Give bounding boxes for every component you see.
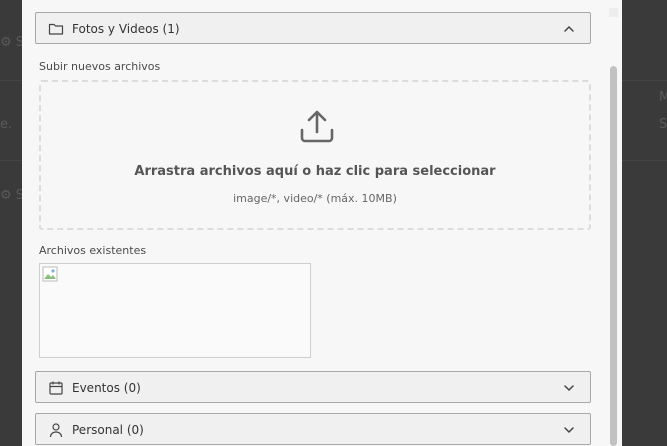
- section-label: Eventos (0): [72, 381, 141, 395]
- section-label: Fotos y Videos (1): [72, 22, 180, 36]
- background-text: M: [659, 90, 667, 105]
- upload-dropzone[interactable]: Arrastra archivos aquí o haz clic para s…: [39, 80, 591, 230]
- upload-icon: [300, 110, 334, 143]
- upload-heading: Subir nuevos archivos: [39, 60, 161, 73]
- existing-file-thumbnail[interactable]: [39, 263, 311, 358]
- background-text: e.: [0, 117, 13, 132]
- calendar-icon: [49, 381, 63, 395]
- background-text: ⚙ S: [0, 188, 25, 203]
- user-icon: [49, 423, 63, 438]
- section-header-photos[interactable]: Fotos y Videos (1): [35, 12, 591, 44]
- media-modal: Fotos y Videos (1) Subir nuevos archivos…: [22, 0, 622, 446]
- chevron-down-icon[interactable]: [562, 381, 576, 395]
- dropzone-instructions: Arrastra archivos aquí o haz clic para s…: [134, 164, 496, 179]
- background-text: ⚙ S: [0, 35, 25, 50]
- broken-image-icon: [42, 266, 58, 282]
- scrollbar-top[interactable]: [609, 8, 618, 17]
- existing-files-heading: Archivos existentes: [39, 244, 147, 257]
- background-text: S: [659, 117, 667, 132]
- chevron-down-icon[interactable]: [562, 423, 576, 437]
- accepted-types: image/*, video/* (máx. 10MB): [233, 192, 397, 205]
- folder-icon: [48, 23, 64, 35]
- scrollbar[interactable]: [609, 8, 618, 446]
- section-header-events[interactable]: Eventos (0): [35, 371, 591, 403]
- scrollbar-thumb[interactable]: [610, 66, 617, 446]
- section-header-personal[interactable]: Personal (0): [35, 413, 591, 445]
- chevron-up-icon[interactable]: [562, 22, 576, 36]
- section-label: Personal (0): [72, 423, 144, 437]
